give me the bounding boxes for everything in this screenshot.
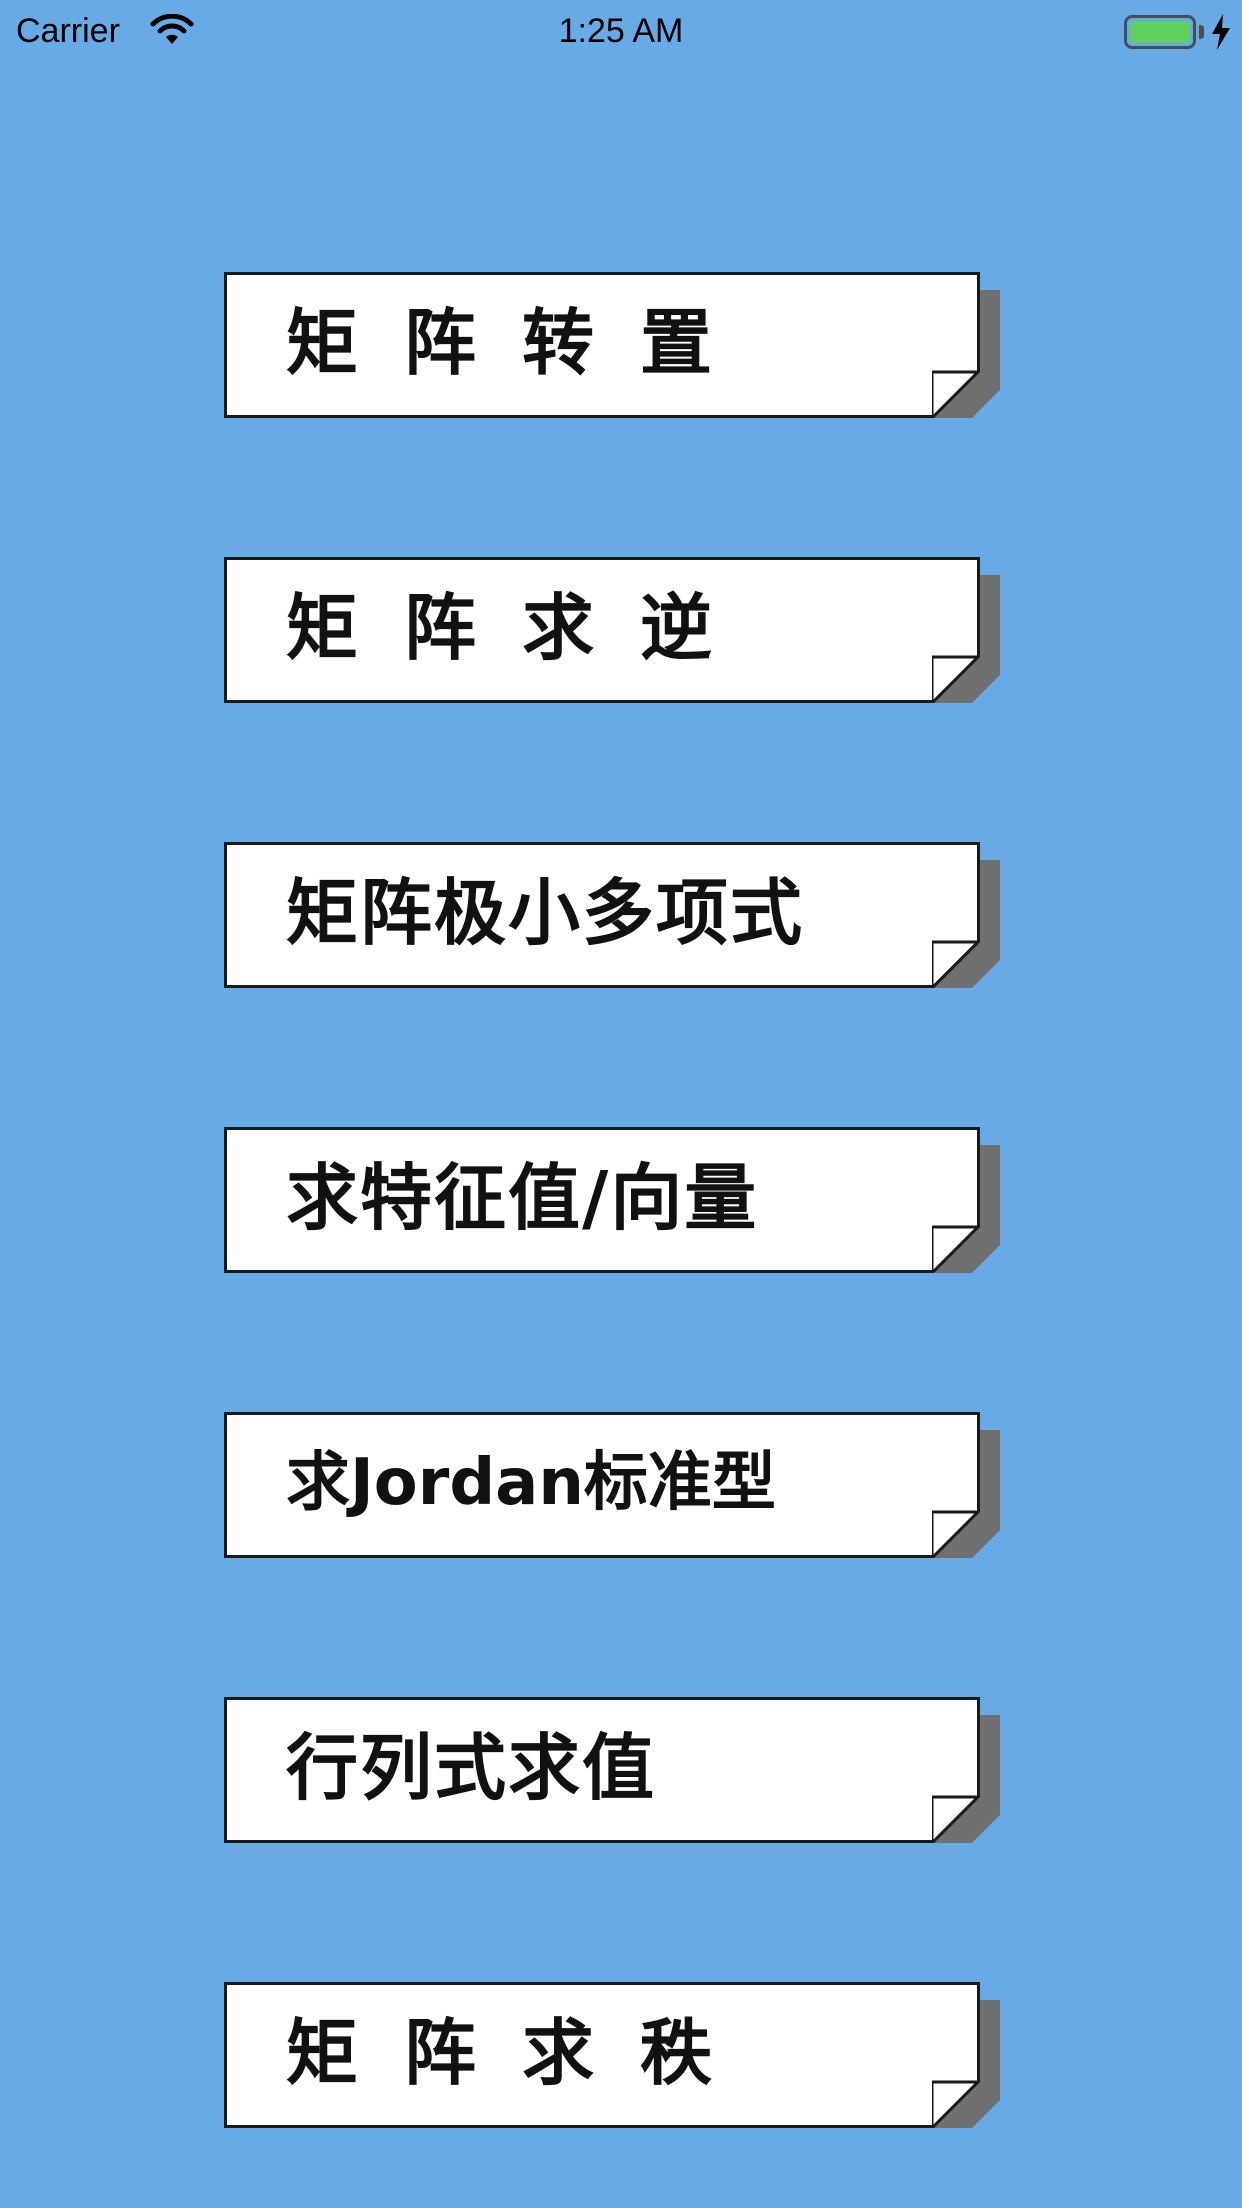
menu-item-matrix-transpose[interactable]: 矩阵转置 bbox=[224, 272, 984, 422]
menu-item-matrix-rank[interactable]: 矩阵求秩 bbox=[224, 1982, 984, 2132]
status-time: 1:25 AM bbox=[558, 12, 684, 50]
menu-item-label: 矩阵求逆 bbox=[286, 586, 759, 670]
menu-list: 矩阵转置 矩阵求逆 矩阵极小多项式 求特征值/向量 求Jordan标准型 行列式… bbox=[224, 272, 984, 2132]
menu-item-matrix-inverse[interactable]: 矩阵求逆 bbox=[224, 557, 984, 707]
battery-tip bbox=[1199, 25, 1204, 39]
menu-item-determinant[interactable]: 行列式求值 bbox=[224, 1697, 984, 1847]
menu-item-label: 矩阵转置 bbox=[286, 301, 759, 385]
menu-item-label: 求特征值/向量 bbox=[286, 1156, 759, 1240]
menu-item-label: 求Jordan标准型 bbox=[286, 1446, 776, 1520]
menu-item-eigen[interactable]: 求特征值/向量 bbox=[224, 1127, 984, 1277]
page-curl-icon bbox=[932, 2080, 980, 2128]
page-curl-icon bbox=[932, 1510, 980, 1558]
charging-bolt-icon bbox=[1212, 14, 1230, 50]
page-curl-icon bbox=[932, 1225, 980, 1273]
menu-item-minimal-polynomial[interactable]: 矩阵极小多项式 bbox=[224, 842, 984, 992]
battery-icon bbox=[1124, 15, 1196, 49]
page-curl-icon bbox=[932, 370, 980, 418]
menu-item-jordan-form[interactable]: 求Jordan标准型 bbox=[224, 1412, 984, 1562]
page-curl-icon bbox=[932, 1795, 980, 1843]
status-bar: Carrier 1:25 AM bbox=[0, 0, 1242, 62]
battery-level-fill bbox=[1130, 21, 1190, 43]
page-curl-icon bbox=[932, 655, 980, 703]
page-curl-icon bbox=[932, 940, 980, 988]
menu-item-label: 矩阵极小多项式 bbox=[286, 871, 805, 955]
menu-item-label: 矩阵求秩 bbox=[286, 2011, 759, 2095]
menu-item-label: 行列式求值 bbox=[286, 1726, 657, 1810]
